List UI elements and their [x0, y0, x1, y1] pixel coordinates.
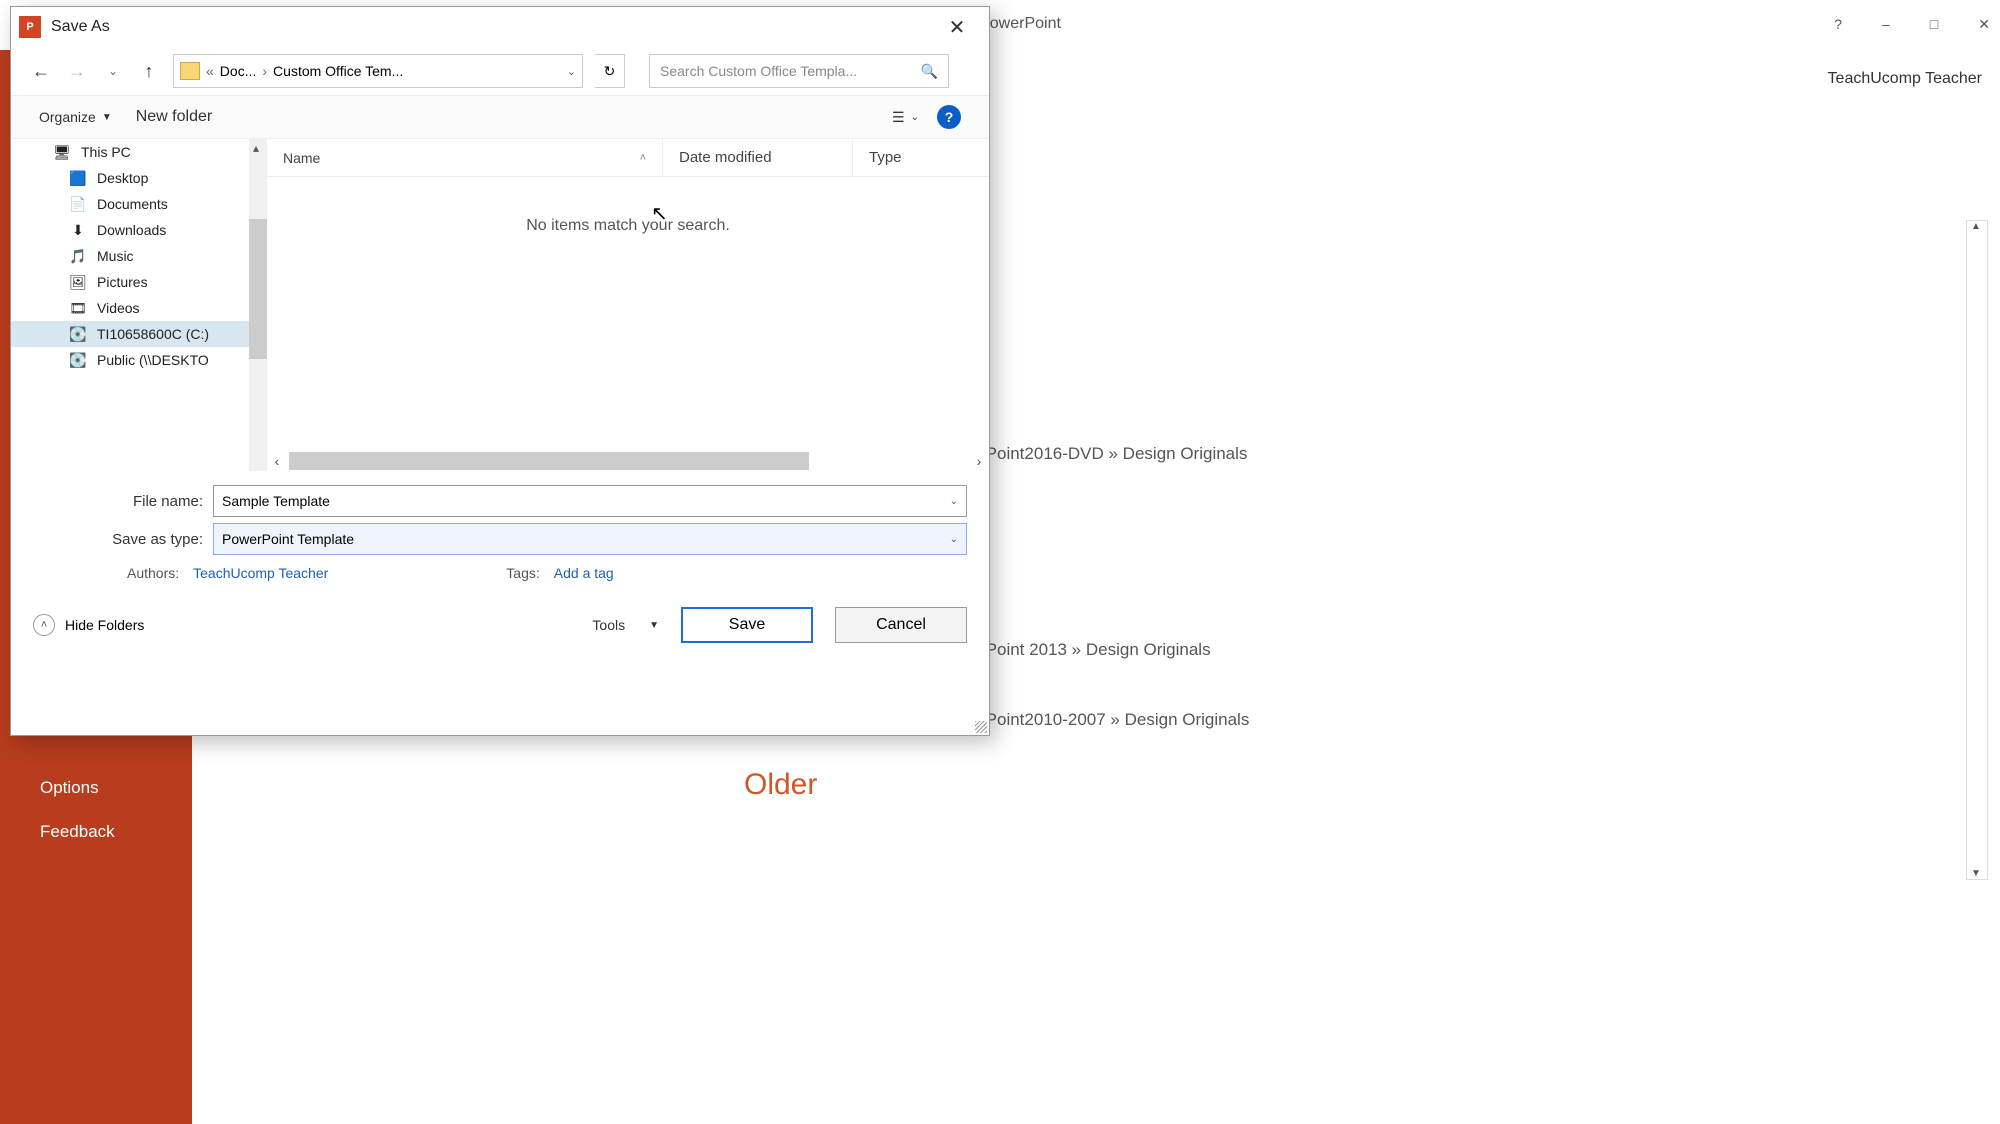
refresh-icon[interactable]: ↻	[595, 54, 625, 88]
resize-grip-icon[interactable]	[975, 721, 987, 733]
maximize-icon[interactable]: □	[1930, 16, 1938, 32]
cancel-button[interactable]: Cancel	[835, 607, 967, 643]
breadcrumb-seg2[interactable]: Custom Office Tem...	[273, 63, 403, 79]
recent-path-1[interactable]: rPoint2016-DVD » Design Originals	[980, 444, 1247, 464]
sidebar-item-feedback[interactable]: Feedback	[0, 810, 192, 854]
authors-label: Authors:	[127, 565, 179, 581]
savetype-label: Save as type:	[33, 531, 213, 548]
tree-desktop[interactable]: 🟦Desktop	[11, 165, 267, 191]
chevron-down-icon[interactable]: ⌄	[950, 496, 958, 507]
new-folder-button[interactable]: New folder	[136, 108, 212, 126]
tree-cdrive[interactable]: 💽TI10658600C (C:)	[11, 321, 267, 347]
minimize-icon[interactable]: –	[1882, 16, 1890, 32]
tree-public[interactable]: 💽Public (\\DESKTO⌄	[11, 347, 267, 373]
view-button[interactable]: ☰⌄	[892, 109, 919, 126]
search-icon: 🔍	[921, 63, 938, 80]
tree-videos[interactable]: 🎞Videos	[11, 295, 267, 321]
savetype-select[interactable]: PowerPoint Template⌄	[213, 523, 967, 555]
filelist-h-scrollbar[interactable]: ‹›	[267, 451, 989, 471]
save-button[interactable]: Save	[681, 607, 813, 643]
filename-label: File name:	[33, 493, 213, 510]
tree-music[interactable]: 🎵Music	[11, 243, 267, 269]
help-icon[interactable]: ?	[1834, 16, 1842, 32]
file-list[interactable]: Name˄ Date modified Type No items match …	[267, 139, 989, 471]
filename-input[interactable]: Sample Template⌄	[213, 485, 967, 517]
address-dropdown-icon[interactable]: ⌄	[567, 65, 576, 78]
address-bar[interactable]: « Doc... › Custom Office Tem... ⌄	[173, 54, 583, 88]
powerpoint-icon: P	[19, 16, 41, 38]
tree-documents[interactable]: 📄Documents	[11, 191, 267, 217]
add-tag-link[interactable]: Add a tag	[554, 565, 614, 581]
search-input[interactable]: Search Custom Office Templa... 🔍	[649, 54, 949, 88]
save-as-dialog: P Save As ✕ ← → ⌄ ↑ « Doc... › Custom Of…	[10, 6, 990, 736]
older-heading: Older	[744, 768, 817, 802]
tree-pictures[interactable]: 🖼Pictures	[11, 269, 267, 295]
folder-tree[interactable]: 🖥This PC 🟦Desktop 📄Documents ⬇Downloads …	[11, 139, 267, 471]
tags-label: Tags:	[506, 565, 539, 581]
cursor-icon: ↖	[651, 201, 668, 226]
chevron-down-icon[interactable]: ⌄	[950, 534, 958, 545]
tree-downloads[interactable]: ⬇Downloads	[11, 217, 267, 243]
tools-button[interactable]: Tools▼	[592, 617, 659, 633]
breadcrumb-seg1[interactable]: Doc...	[220, 63, 257, 79]
pp-scrollbar[interactable]	[1966, 220, 1988, 880]
organize-button[interactable]: Organize▼	[39, 109, 112, 125]
empty-message: No items match your search.	[267, 217, 989, 235]
dialog-title: Save As	[51, 18, 110, 36]
nav-forward-icon[interactable]: →	[65, 59, 89, 83]
sidebar-item-options[interactable]: Options	[0, 766, 192, 810]
sort-asc-icon: ˄	[640, 152, 646, 164]
col-date[interactable]: Date modified	[663, 139, 853, 176]
nav-up-icon[interactable]: ↑	[137, 59, 161, 83]
recent-path-3[interactable]: rPoint2010-2007 » Design Originals	[980, 710, 1249, 730]
hide-folders-button[interactable]: ˄ Hide Folders	[33, 614, 144, 636]
tree-this-pc[interactable]: 🖥This PC	[11, 139, 267, 165]
tree-scrollbar[interactable]	[249, 139, 267, 471]
authors-value[interactable]: TeachUcomp Teacher	[193, 565, 328, 581]
col-name[interactable]: Name˄	[267, 139, 663, 176]
close-icon[interactable]: ✕	[1978, 16, 1990, 33]
pp-user: TeachUcomp Teacher	[1828, 70, 1982, 88]
nav-back-icon[interactable]: ←	[29, 59, 53, 83]
dialog-close-icon[interactable]: ✕	[933, 15, 981, 40]
nav-history-icon[interactable]: ⌄	[101, 59, 125, 83]
col-type[interactable]: Type	[853, 139, 989, 176]
folder-icon	[180, 62, 200, 80]
help-icon[interactable]: ?	[937, 105, 961, 129]
recent-path-2[interactable]: rPoint 2013 » Design Originals	[980, 640, 1211, 660]
chevron-up-icon: ˄	[33, 614, 55, 636]
